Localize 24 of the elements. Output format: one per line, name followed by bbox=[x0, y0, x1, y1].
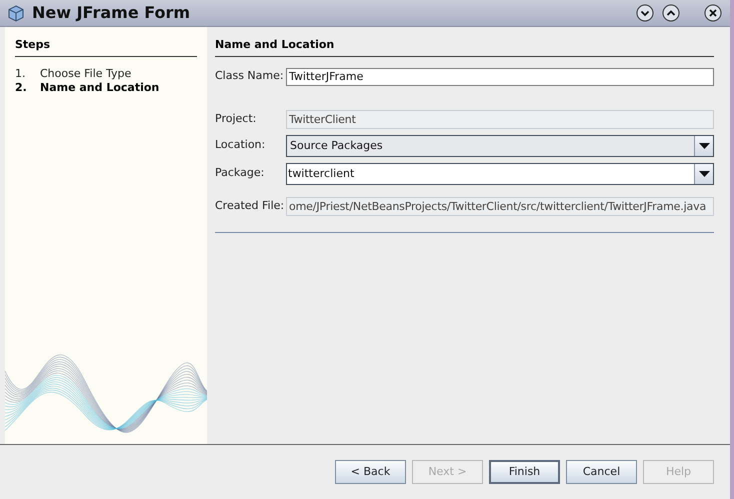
class-name-field[interactable]: TwitterJFrame bbox=[286, 68, 714, 86]
window-title: New JFrame Form bbox=[32, 2, 192, 24]
steps-heading: Steps bbox=[15, 37, 197, 56]
maximize-button[interactable] bbox=[662, 4, 680, 22]
dropdown-field[interactable]: Source Packages bbox=[286, 134, 714, 156]
dialog-button[interactable]: Cancel bbox=[566, 460, 637, 484]
dropdown-arrow-icon bbox=[698, 142, 710, 148]
field-label: Location: bbox=[215, 137, 266, 154]
dialog-button[interactable]: Finish bbox=[489, 460, 560, 484]
step-item: 2. Name and Location bbox=[15, 80, 160, 94]
field-label: Class Name: bbox=[215, 68, 285, 84]
field-label: Project: bbox=[215, 110, 258, 127]
close-button[interactable] bbox=[704, 4, 722, 22]
step-item: 1. Choose File Type bbox=[15, 66, 132, 80]
dropdown-field[interactable]: twitterclient bbox=[286, 162, 714, 184]
minimize-button[interactable] bbox=[636, 4, 654, 22]
dialog-button[interactable]: < Back bbox=[335, 460, 406, 484]
readonly-field: ome/JPriest/NetBeansProjects/TwitterClient/src/twitterclient/TwitterJFrame.java bbox=[286, 196, 714, 216]
section-heading: Name and Location bbox=[215, 37, 714, 56]
readonly-field: TwitterClient bbox=[286, 110, 714, 128]
dropdown-arrow-icon bbox=[698, 170, 710, 176]
field-label: Created File: bbox=[215, 198, 286, 214]
field-label: Package: bbox=[215, 165, 266, 182]
cube-icon bbox=[8, 4, 24, 22]
